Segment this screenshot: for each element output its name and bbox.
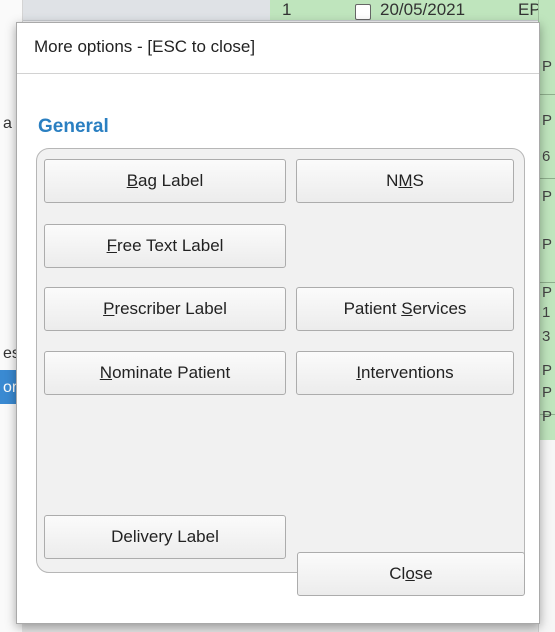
patient-services-mnemonic: S [401,299,413,318]
background-right-text: P [542,58,553,75]
background-right-text: P [542,362,553,379]
background-row-divider [538,282,555,283]
background-left-fragment: a [3,115,12,132]
bag-label-button[interactable]: Bag Label [44,159,286,203]
background-right-text: 6 [542,148,551,165]
free-text-label-mnemonic: F [106,236,117,255]
background-right-text: P [542,112,553,129]
prescriber-label-button[interactable]: Prescriber Label [44,287,286,331]
prescriber-label-mnemonic: P [103,299,115,318]
background-right-text: P [542,384,553,401]
background-row-divider [538,94,555,95]
close-text-pre: Cl [389,564,406,583]
more-options-dialog: More options - [ESC to close] General Ba… [16,22,540,624]
nominate-patient-button[interactable]: Nominate Patient [44,351,286,395]
nms-text-rest: S [412,171,424,190]
delivery-label-button[interactable]: Delivery Label [44,515,286,559]
interventions-button[interactable]: Interventions [296,351,514,395]
background-row-checkbox[interactable] [355,4,371,20]
close-mnemonic: o [405,564,415,583]
background-right-column-lower [538,440,555,632]
section-title-general: General [38,116,109,137]
patient-services-button[interactable]: Patient Services [296,287,514,331]
free-text-label-text: ree Text Label [116,236,224,255]
prescriber-label-text: rescriber Label [114,299,227,318]
background-cell-date: 20/05/2021 [380,0,466,19]
general-options-group: Bag Label NMS Free Text Label Prescriber… [36,148,525,573]
nms-mnemonic: M [398,171,413,190]
background-right-text: P [542,236,553,253]
dialog-header: More options - [ESC to close] [17,23,539,74]
background-right-text: P [542,188,553,205]
dialog-title: More options - [ESC to close] [34,37,256,56]
patient-services-text-rest: ervices [412,299,467,318]
background-right-text: 3 [542,328,551,345]
delivery-label-text: Delivery Label [111,527,219,546]
nms-button[interactable]: NMS [296,159,514,203]
background-right-text: P [542,284,553,301]
background-row-divider [538,178,555,179]
nms-text-pre: N [386,171,399,190]
free-text-label-button[interactable]: Free Text Label [44,224,286,268]
background-cell-number: 1 [282,0,292,19]
interventions-text: nterventions [361,363,454,382]
bag-label-text: ag Label [138,171,204,190]
nominate-patient-mnemonic: N [99,363,113,382]
close-text-rest: se [414,564,433,583]
close-button[interactable]: Close [297,552,525,596]
nominate-patient-text: ominate Patient [112,363,231,382]
patient-services-text-pre: Patient [343,299,402,318]
background-right-text: P [542,408,553,425]
background-right-text: 1 [542,304,551,321]
bag-label-mnemonic: B [126,171,139,190]
